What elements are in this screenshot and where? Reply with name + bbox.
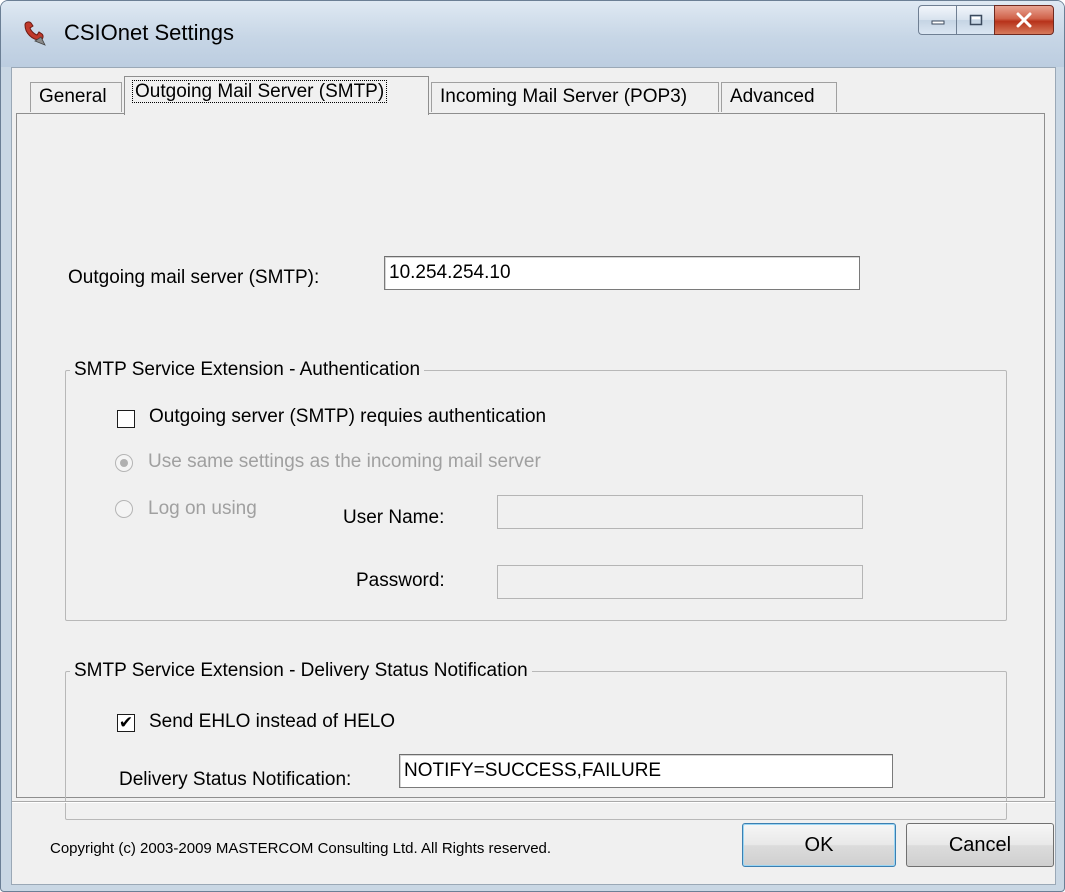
phone-handset-icon [24, 21, 46, 46]
password-label: Password: [356, 570, 445, 591]
logon-using-label: Log on using [148, 498, 257, 519]
same-settings-radio[interactable] [115, 454, 133, 472]
title-bar[interactable]: CSIOnet Settings [1, 1, 1064, 67]
username-input[interactable] [497, 495, 863, 529]
dsn-label: Delivery Status Notification: [119, 769, 352, 790]
minimize-button[interactable] [918, 5, 956, 35]
tab-incoming-pop3[interactable]: Incoming Mail Server (POP3) [431, 82, 719, 112]
check-mark-icon: ✔ [118, 713, 134, 732]
dsn-group-title: SMTP Service Extension - Delivery Status… [74, 660, 528, 681]
caption-buttons [918, 5, 1054, 37]
password-input[interactable] [497, 565, 863, 599]
smtp-server-label: Outgoing mail server (SMTP): [68, 267, 320, 288]
copyright-text: Copyright (c) 2003-2009 MASTERCOM Consul… [50, 840, 552, 857]
logon-using-radio[interactable] [115, 500, 133, 518]
same-settings-label: Use same settings as the incoming mail s… [148, 451, 541, 472]
minimize-icon [931, 20, 944, 25]
radio-selected-dot [120, 459, 128, 467]
tab-label: Advanced [730, 86, 815, 107]
cancel-button[interactable]: Cancel [906, 823, 1054, 867]
tab-label: Outgoing Mail Server (SMTP) [131, 80, 388, 103]
footer-divider [12, 801, 1055, 803]
tab-label: Incoming Mail Server (POP3) [440, 86, 688, 107]
dsn-input[interactable]: NOTIFY=SUCCESS,FAILURE [399, 754, 893, 788]
dsn-group: SMTP Service Extension - Delivery Status… [65, 660, 1007, 820]
requires-auth-label: Outgoing server (SMTP) requies authentic… [149, 406, 547, 427]
requires-auth-checkbox[interactable] [117, 410, 135, 428]
tab-label: General [39, 86, 107, 107]
tab-outgoing-smtp[interactable]: Outgoing Mail Server (SMTP) [124, 76, 429, 115]
tab-strip: General Outgoing Mail Server (SMTP) Inco… [12, 68, 1055, 115]
ehlo-checkbox[interactable]: ✔ [117, 714, 135, 732]
smtp-server-input[interactable]: 10.254.254.10 [384, 256, 860, 290]
smtp-tab-page: Outgoing mail server (SMTP): 10.254.254.… [16, 113, 1045, 820]
client-area: General Outgoing Mail Server (SMTP) Inco… [11, 67, 1056, 885]
tab-general[interactable]: General [30, 82, 122, 112]
close-button[interactable] [994, 5, 1054, 35]
maximize-icon [969, 14, 982, 26]
username-label: User Name: [343, 507, 445, 528]
close-icon [1016, 12, 1032, 28]
auth-group-title: SMTP Service Extension - Authentication [74, 359, 421, 380]
tab-advanced[interactable]: Advanced [721, 82, 837, 112]
ok-button[interactable]: OK [742, 823, 896, 867]
maximize-button[interactable] [956, 5, 994, 35]
ehlo-label: Send EHLO instead of HELO [149, 711, 396, 732]
settings-window: CSIOnet Settings General Outgoing Mail S… [0, 0, 1065, 892]
window-title: CSIOnet Settings [64, 20, 234, 45]
